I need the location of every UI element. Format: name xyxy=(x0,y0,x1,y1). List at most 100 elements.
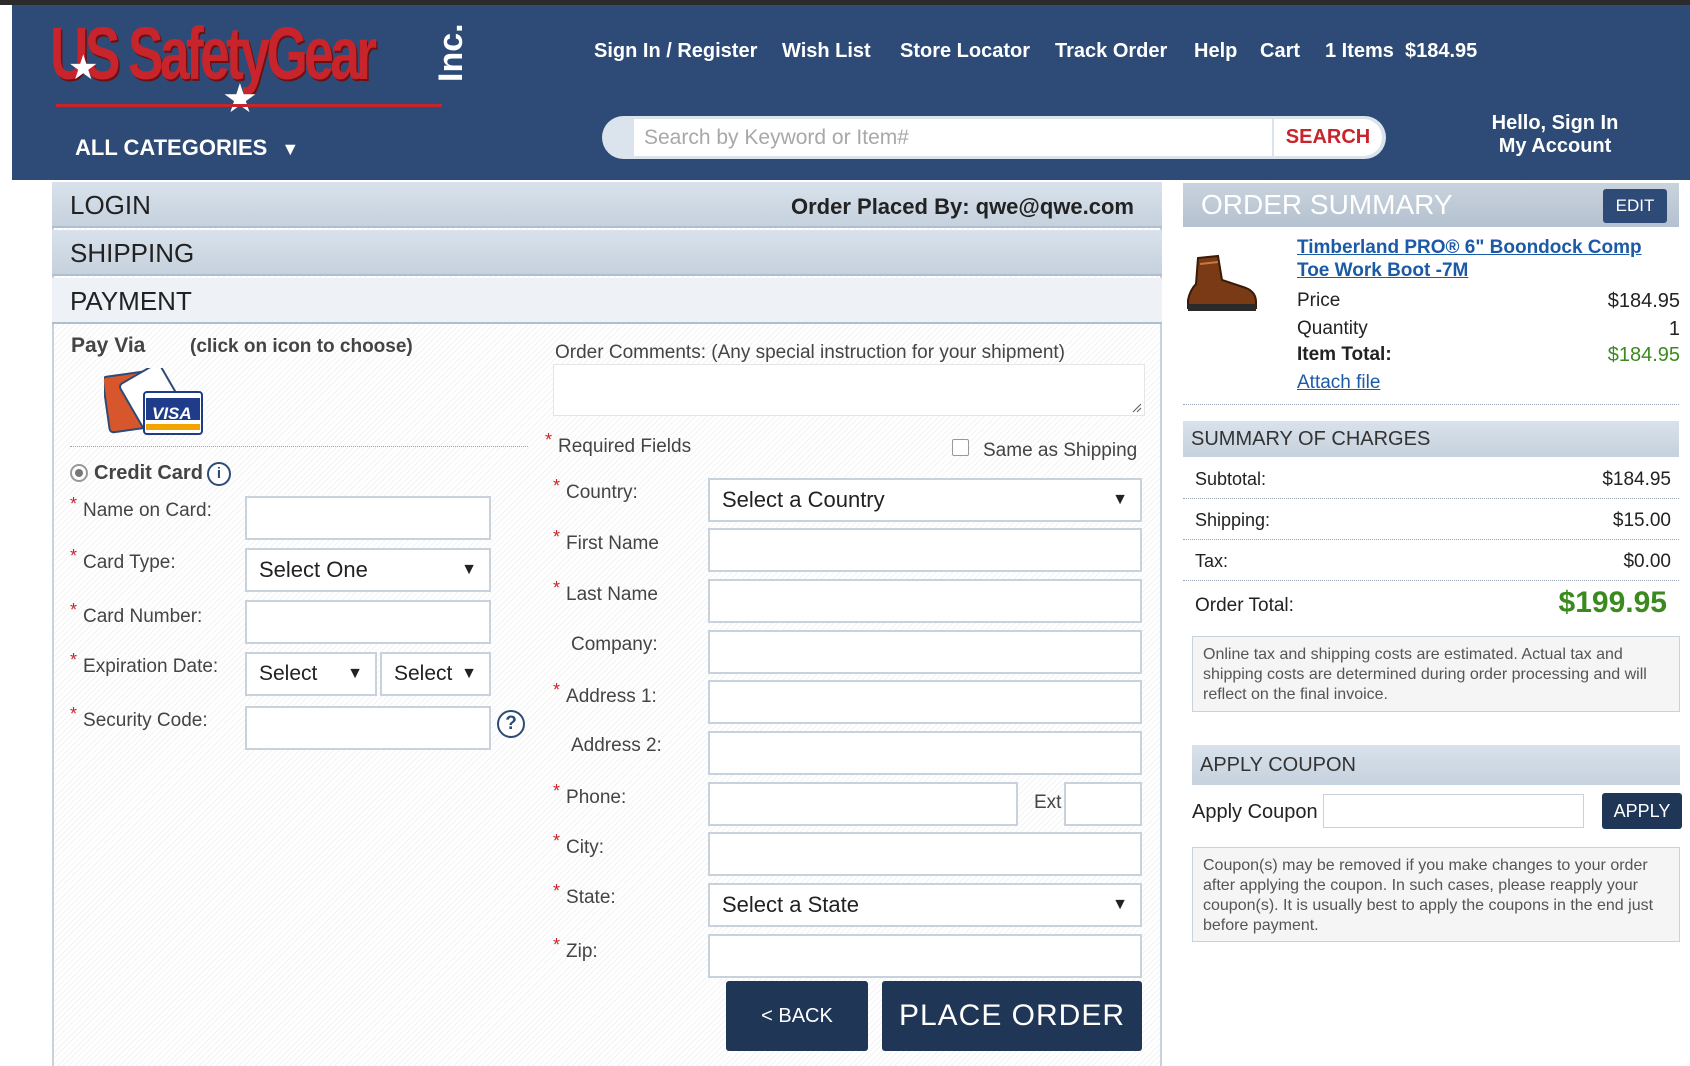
address1-label: * Address 1: xyxy=(553,680,657,707)
attach-file-link[interactable]: Attach file xyxy=(1297,372,1380,394)
company-label: Company: xyxy=(571,634,658,655)
city-input[interactable] xyxy=(708,832,1142,876)
cart-link[interactable]: Cart xyxy=(1260,40,1300,63)
address2-input[interactable] xyxy=(708,731,1142,775)
subtotal-label: Subtotal: xyxy=(1195,469,1267,489)
shipping-value: $15.00 xyxy=(1612,510,1671,531)
first-name-input[interactable] xyxy=(708,528,1142,572)
order-comments-textarea[interactable] xyxy=(553,364,1145,416)
ext-input[interactable] xyxy=(1064,782,1142,826)
apply-coupon-header: APPLY COUPON xyxy=(1192,745,1680,785)
order-summary-title: ORDER SUMMARY xyxy=(1201,189,1453,220)
country-select[interactable]: Select a Country ▼ xyxy=(708,478,1142,522)
info-icon[interactable]: i xyxy=(207,462,231,486)
wish-list-link[interactable]: Wish List xyxy=(782,40,871,63)
credit-card-radio[interactable] xyxy=(70,464,88,482)
state-select[interactable]: Select a State ▼ xyxy=(708,883,1142,927)
item-total-label: Item Total: xyxy=(1297,344,1392,365)
card-type-label: * Card Type: xyxy=(70,546,176,573)
address2-label: Address 2: xyxy=(571,735,662,756)
shipping-label: Shipping: xyxy=(1195,510,1271,530)
address1-input[interactable] xyxy=(708,680,1142,724)
my-account-link[interactable]: My Account xyxy=(1440,135,1670,158)
coupon-input[interactable] xyxy=(1323,794,1584,828)
exp-month-select[interactable]: Select ▼ xyxy=(245,652,377,696)
country-label: * Country: xyxy=(553,476,638,503)
step-login-label: LOGIN xyxy=(70,190,151,220)
pay-via-label: Pay Via xyxy=(71,334,146,357)
edit-button[interactable]: EDIT xyxy=(1603,189,1667,223)
account-menu[interactable]: Hello, Sign In My Account xyxy=(1440,112,1670,158)
required-fields-note: * Required Fields xyxy=(545,430,692,457)
help-question-icon[interactable]: ? xyxy=(497,710,525,738)
step-payment[interactable]: PAYMENT xyxy=(52,278,1162,324)
sign-in-register-link[interactable]: Sign In / Register xyxy=(594,40,757,63)
apply-coupon-button[interactable]: APPLY xyxy=(1602,793,1682,829)
card-number-label: * Card Number: xyxy=(70,600,203,627)
product-image[interactable] xyxy=(1184,250,1260,314)
tax-label: Tax: xyxy=(1195,551,1229,571)
security-code-label: * Security Code: xyxy=(70,704,208,731)
credit-card-icon[interactable]: VISA xyxy=(101,362,204,436)
security-code-input[interactable] xyxy=(245,706,491,750)
dropdown-arrow-icon: ▼ xyxy=(1112,491,1128,508)
search-button[interactable]: SEARCH xyxy=(1274,119,1382,156)
visa-logo-text: VISA xyxy=(152,404,192,423)
zip-input[interactable] xyxy=(708,934,1142,978)
divider xyxy=(70,446,528,447)
cart-items-count[interactable]: 1 Items xyxy=(1325,40,1394,63)
quantity-label: Quantity xyxy=(1297,318,1368,339)
last-name-input[interactable] xyxy=(708,579,1142,623)
caret-down-icon: ▼ xyxy=(281,139,300,159)
all-categories-label: ALL CATEGORIES xyxy=(75,135,268,160)
last-name-label: * Last Name xyxy=(553,578,658,605)
name-on-card-input[interactable] xyxy=(245,496,491,540)
phone-input[interactable] xyxy=(708,782,1018,826)
logo-underline xyxy=(56,104,442,107)
zip-label: * Zip: xyxy=(553,935,598,962)
card-number-input[interactable] xyxy=(245,600,491,644)
dropdown-arrow-icon: ▼ xyxy=(461,561,477,578)
coupon-note: Coupon(s) may be removed if you make cha… xyxy=(1192,847,1680,942)
pay-via-hint: (click on icon to choose) xyxy=(190,336,413,357)
step-login[interactable]: LOGIN Order Placed By: qwe@qwe.com xyxy=(52,182,1162,228)
dropdown-arrow-icon: ▼ xyxy=(461,665,477,682)
divider xyxy=(1183,404,1679,405)
same-as-shipping-checkbox[interactable] xyxy=(952,439,969,456)
all-categories-menu[interactable]: ALL CATEGORIES ▼ xyxy=(75,135,299,161)
brand-name: US SafetyGear xyxy=(50,12,377,95)
product-name-link[interactable]: Timberland PRO® 6" Boondock Comp Toe Wor… xyxy=(1297,236,1677,282)
shipping-row: Shipping: $15.00 xyxy=(1183,499,1679,540)
phone-label: * Phone: xyxy=(553,781,627,808)
company-input[interactable] xyxy=(708,630,1142,674)
resize-handle-icon xyxy=(1132,403,1142,413)
step-shipping[interactable]: SHIPPING xyxy=(52,230,1162,276)
hello-sign-in-link[interactable]: Hello, Sign In xyxy=(1440,112,1670,135)
subtotal-value: $184.95 xyxy=(1602,469,1671,490)
step-payment-label: PAYMENT xyxy=(70,286,192,316)
exp-year-select[interactable]: Select ▼ xyxy=(380,652,491,696)
search-input[interactable] xyxy=(634,119,1272,156)
card-type-select[interactable]: Select One ▼ xyxy=(245,548,491,592)
cart-total[interactable]: $184.95 xyxy=(1405,40,1477,63)
state-label: * State: xyxy=(553,881,616,908)
subtotal-row: Subtotal: $184.95 xyxy=(1183,458,1679,499)
ext-label: Ext xyxy=(1034,792,1062,813)
price-value: $184.95 xyxy=(1607,290,1680,312)
name-on-card-label: * Name on Card: xyxy=(70,494,212,521)
tax-row: Tax: $0.00 xyxy=(1183,540,1679,581)
track-order-link[interactable]: Track Order xyxy=(1055,40,1167,63)
order-total-row: Order Total: $199.95 xyxy=(1183,581,1679,627)
tax-estimate-note: Online tax and shipping costs are estima… xyxy=(1192,636,1680,712)
dropdown-arrow-icon: ▼ xyxy=(1112,896,1128,913)
tax-value: $0.00 xyxy=(1623,551,1671,572)
price-label: Price xyxy=(1297,290,1341,311)
place-order-button[interactable]: PLACE ORDER xyxy=(882,981,1142,1051)
store-locator-link[interactable]: Store Locator xyxy=(900,40,1030,63)
help-link[interactable]: Help xyxy=(1194,40,1237,63)
brand-logo[interactable]: US SafetyGear ★ ★ Inc. xyxy=(50,10,470,121)
back-button[interactable]: < BACK xyxy=(726,981,868,1051)
same-as-shipping-label: Same as Shipping xyxy=(983,440,1138,461)
apply-coupon-label: Apply Coupon xyxy=(1192,801,1318,823)
order-placed-by: Order Placed By: qwe@qwe.com xyxy=(791,194,1134,219)
